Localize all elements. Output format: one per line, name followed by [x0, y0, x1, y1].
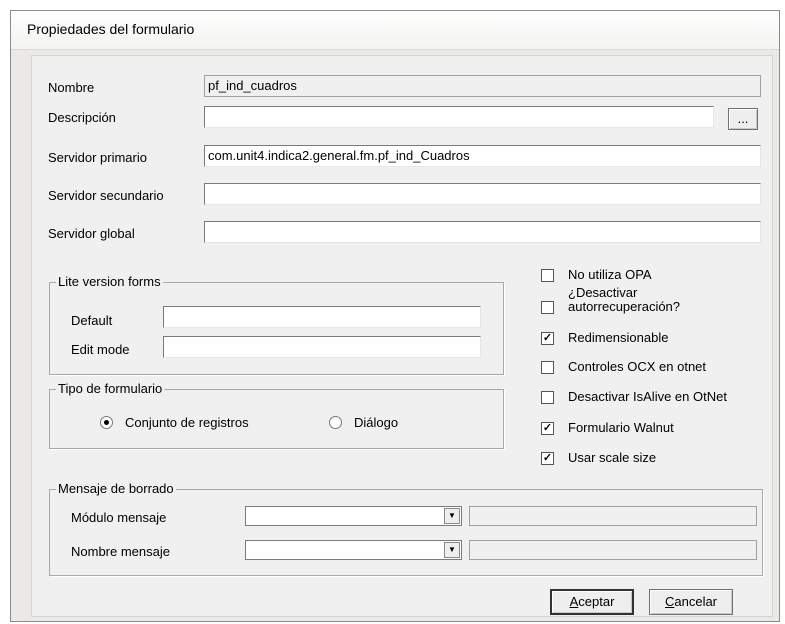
- aceptar-label: ceptar: [578, 594, 615, 609]
- usar-scale-size-checkbox[interactable]: ✓: [541, 452, 554, 465]
- servidor-global-field[interactable]: [204, 221, 761, 243]
- modulo-mensaje-label: Módulo mensaje: [71, 510, 167, 525]
- default-label: Default: [71, 313, 113, 328]
- nombre-label: Nombre: [48, 80, 95, 95]
- servidor-primario-label: Servidor primario: [48, 150, 147, 165]
- desactivar-isalive-checkbox[interactable]: [541, 391, 554, 404]
- desactivar-line1: ¿Desactivar: [568, 285, 638, 300]
- nombre-dropdown-arrow-icon[interactable]: ▼: [444, 542, 460, 558]
- cancelar-label: ancelar: [674, 594, 718, 609]
- formulario-walnut-label[interactable]: Formulario Walnut: [568, 420, 674, 435]
- edit-mode-field[interactable]: [163, 336, 481, 358]
- tipo-formulario-title: Tipo de formulario: [56, 381, 165, 396]
- edit-mode-label: Edit mode: [71, 342, 130, 357]
- lite-version-group: Lite version forms Default Edit mode: [49, 274, 504, 375]
- descripcion-browse-button[interactable]: ...: [728, 108, 758, 130]
- servidor-secundario-label: Servidor secundario: [48, 188, 164, 203]
- formulario-walnut-checkbox[interactable]: ✓: [541, 422, 554, 435]
- descripcion-label: Descripción: [48, 110, 116, 125]
- nombre-field: pf_ind_cuadros: [204, 75, 761, 97]
- dialog-window: Propiedades del formulario Nombre pf_ind…: [10, 10, 780, 622]
- tipo-formulario-group: Tipo de formulario Conjunto de registros…: [49, 381, 504, 449]
- nombre-mensaje-label: Nombre mensaje: [71, 544, 170, 559]
- cancelar-button[interactable]: Cancelar: [649, 589, 733, 615]
- modulo-dropdown-arrow-icon[interactable]: ▼: [444, 508, 460, 524]
- redimensionable-label[interactable]: Redimensionable: [568, 330, 668, 345]
- descripcion-field[interactable]: [204, 106, 714, 128]
- usar-scale-size-label[interactable]: Usar scale size: [568, 450, 656, 465]
- cancelar-mnemonic: C: [664, 594, 675, 609]
- servidor-secundario-field[interactable]: [204, 183, 761, 205]
- desactivar-autorrecuperacion-label[interactable]: ¿Desactivar autorrecuperación?: [568, 286, 680, 314]
- radio-selected-dot: [104, 420, 109, 425]
- servidor-primario-field[interactable]: com.unit4.indica2.general.fm.pf_ind_Cuad…: [204, 145, 761, 167]
- aceptar-mnemonic: A: [569, 594, 579, 609]
- conjunto-registros-label[interactable]: Conjunto de registros: [125, 415, 249, 430]
- modulo-mensaje-select[interactable]: ▼: [245, 506, 462, 526]
- dialog-body: Nombre pf_ind_cuadros Descripción ... Se…: [31, 55, 773, 617]
- desactivar-autorrecuperacion-checkbox[interactable]: [541, 301, 554, 314]
- mensaje-borrado-group: Mensaje de borrado Módulo mensaje ▼ Nomb…: [49, 481, 763, 576]
- default-field[interactable]: [163, 306, 481, 328]
- aceptar-button[interactable]: Aceptar: [550, 589, 634, 615]
- dialog-title: Propiedades del formulario: [27, 21, 195, 37]
- servidor-global-label: Servidor global: [48, 226, 135, 241]
- controles-ocx-checkbox[interactable]: [541, 361, 554, 374]
- modulo-mensaje-display: [469, 506, 757, 526]
- title-bar: Propiedades del formulario: [11, 11, 779, 50]
- no-utiliza-opa-checkbox[interactable]: [541, 269, 554, 282]
- desactivar-isalive-label[interactable]: Desactivar IsAlive en OtNet: [568, 389, 727, 404]
- dialogo-radio[interactable]: [329, 416, 342, 429]
- nombre-mensaje-select[interactable]: ▼: [245, 540, 462, 560]
- dialogo-label[interactable]: Diálogo: [354, 415, 398, 430]
- desactivar-line2: autorrecuperación?: [568, 299, 681, 314]
- conjunto-registros-radio[interactable]: [100, 416, 113, 429]
- no-utiliza-opa-label[interactable]: No utiliza OPA: [568, 267, 652, 282]
- redimensionable-checkbox[interactable]: ✓: [541, 332, 554, 345]
- controles-ocx-label[interactable]: Controles OCX en otnet: [568, 359, 706, 374]
- nombre-mensaje-display: [469, 540, 757, 560]
- mensaje-borrado-title: Mensaje de borrado: [56, 481, 176, 496]
- lite-version-title: Lite version forms: [56, 274, 163, 289]
